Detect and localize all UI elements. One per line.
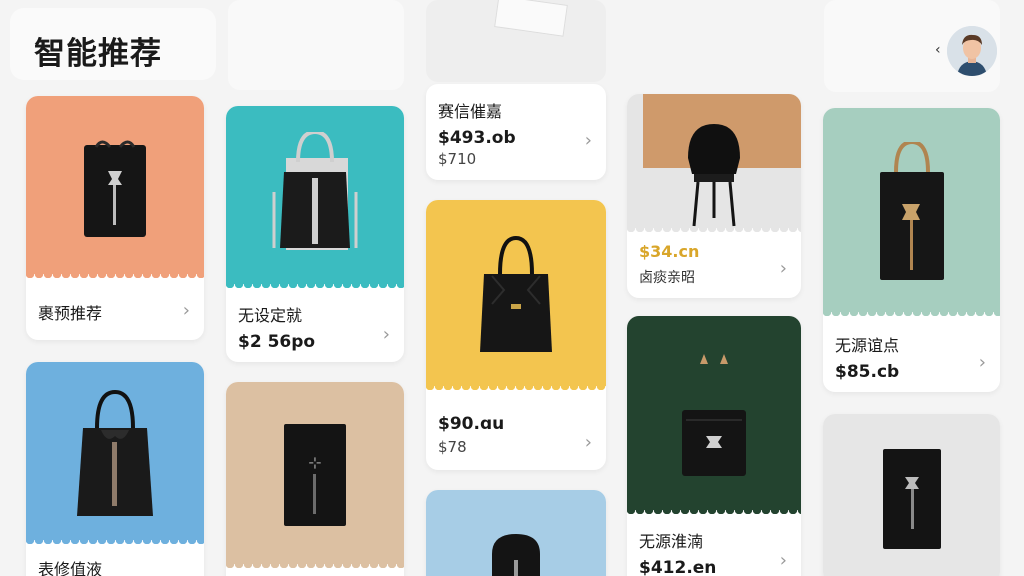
- product-price: $493.ob: [438, 128, 516, 148]
- product-card[interactable]: 表修值液: [26, 362, 204, 576]
- product-price: $90.ɑu: [438, 414, 505, 434]
- product-image: [226, 106, 404, 292]
- product-price: $412.en: [639, 558, 717, 576]
- product-name: 表修值液: [38, 560, 103, 576]
- product-name: 赛信催嘉: [438, 102, 503, 121]
- chevron-right-icon[interactable]: ›: [585, 432, 592, 453]
- svg-text:⊹: ⊹: [308, 453, 321, 472]
- black-crossbody-bag-image: [682, 354, 746, 476]
- product-card[interactable]: ⊹: [226, 382, 404, 576]
- chevron-right-icon[interactable]: ›: [183, 300, 190, 321]
- product-image: [26, 362, 204, 548]
- product-price: $85.cb: [835, 362, 900, 382]
- avatar[interactable]: [947, 26, 997, 76]
- black-card-case-image: ⊹: [284, 424, 346, 526]
- chevron-right-icon[interactable]: ›: [585, 130, 592, 151]
- product-card[interactable]: 无设定就 $2 56po ›: [226, 106, 404, 362]
- product-card[interactable]: $34.cn 卤痰亲昭 ›: [627, 94, 801, 298]
- product-name: 卤痰亲昭: [639, 270, 695, 286]
- product-image: [823, 108, 1000, 320]
- product-card[interactable]: 赛信催嘉 $493.ob $710 ›: [426, 84, 606, 180]
- black-bag-on-chair-image: [688, 124, 740, 227]
- product-card[interactable]: 无源谊点 $85.cb ›: [823, 108, 1000, 392]
- product-image: [426, 200, 606, 394]
- product-price: $34.cn: [639, 242, 700, 261]
- product-image: [426, 490, 606, 576]
- product-name: 无源谊点: [835, 336, 900, 355]
- black-tote-bag-image: [77, 389, 153, 516]
- chevron-right-icon[interactable]: ›: [979, 352, 986, 373]
- product-name: 无设定就: [238, 306, 303, 325]
- chevron-left-icon[interactable]: ‹: [935, 42, 941, 58]
- product-card[interactable]: [823, 414, 1000, 576]
- product-image: [26, 96, 204, 282]
- ghost-card-top-left: [228, 0, 404, 90]
- product-name: 无源淮湳: [639, 532, 704, 551]
- product-card[interactable]: [426, 490, 606, 576]
- chevron-right-icon[interactable]: ›: [780, 258, 787, 279]
- user-avatar-icon: [947, 26, 997, 76]
- product-image: [823, 414, 1000, 576]
- product-image: [627, 94, 801, 236]
- black-backpack-image: [492, 534, 540, 576]
- black-tote-with-gold-handle-image: [879, 142, 944, 280]
- black-tote-bag-image: [272, 132, 358, 250]
- product-card[interactable]: 裹预推荐 ›: [26, 96, 204, 340]
- black-clutch-bag-image: [84, 140, 146, 237]
- ghost-card-top-center: [426, 0, 606, 82]
- product-box-image: [494, 0, 568, 37]
- product-image: [627, 316, 801, 518]
- product-original-price: $78: [438, 438, 467, 456]
- product-card[interactable]: $90.ɑu $78 ›: [426, 200, 606, 470]
- product-card[interactable]: 无源淮湳 $412.en ›: [627, 316, 801, 576]
- product-price: $2 56po: [238, 332, 316, 352]
- product-name: 裹预推荐: [38, 304, 103, 323]
- product-image: ⊹: [226, 382, 404, 572]
- product-original-price: $710: [438, 150, 477, 168]
- chevron-right-icon[interactable]: ›: [383, 324, 390, 345]
- black-handbag-image: [480, 235, 552, 352]
- page-title: 智能推荐: [34, 36, 162, 72]
- chevron-right-icon[interactable]: ›: [780, 550, 787, 571]
- black-card-case-image: [882, 449, 941, 549]
